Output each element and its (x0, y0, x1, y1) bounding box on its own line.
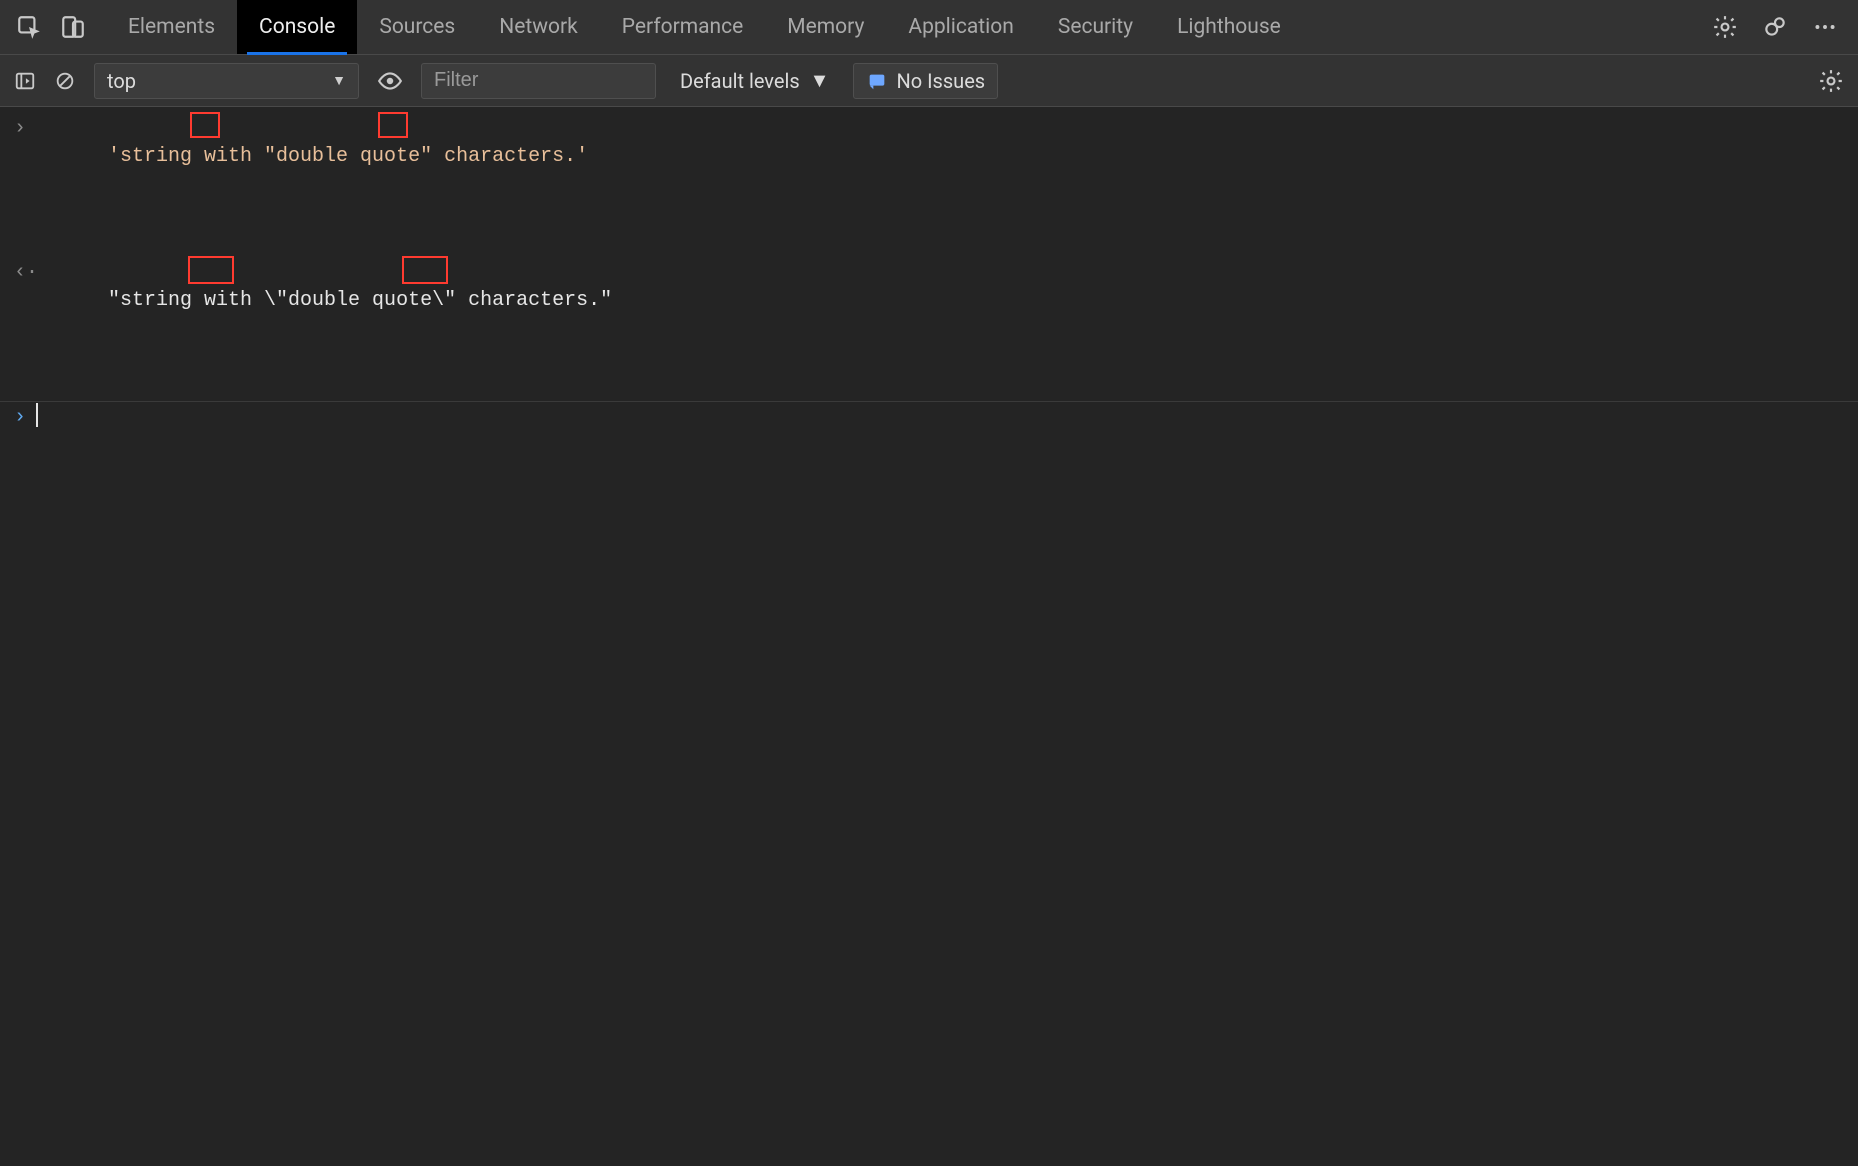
annotation-box (378, 112, 408, 138)
tab-label: Sources (379, 15, 455, 39)
devtools-tabbar: Elements Console Sources Network Perform… (0, 0, 1858, 55)
tab-label: Application (908, 15, 1013, 39)
tab-label: Memory (787, 15, 864, 39)
device-toggle-icon[interactable] (60, 14, 86, 40)
console-prompt[interactable] (36, 404, 38, 432)
console-output-row: ‹· "string with \"double quote\" charact… (0, 257, 1858, 402)
issues-label: No Issues (896, 69, 985, 93)
tab-label: Elements (128, 15, 215, 39)
whats-new-icon[interactable] (1762, 14, 1788, 40)
more-options-icon[interactable] (1812, 14, 1838, 40)
log-levels-label: Default levels (680, 69, 800, 93)
tab-security[interactable]: Security (1036, 0, 1155, 54)
console-messages: › 'string with "double quote" characters… (0, 107, 1858, 434)
console-input-text: 'string with "double quote" characters.' (36, 115, 588, 255)
tab-label: Lighthouse (1177, 15, 1281, 39)
console-prompt-row[interactable]: › (0, 402, 1858, 434)
console-input-row: › 'string with "double quote" characters… (0, 113, 1858, 257)
settings-gear-icon[interactable] (1712, 14, 1738, 40)
console-settings-gear-icon[interactable] (1818, 68, 1844, 94)
annotation-box (402, 256, 448, 284)
execution-context-select[interactable]: top ▼ (94, 63, 359, 99)
console-output-value: "string with \"double quote\" characters… (108, 289, 612, 312)
issues-chip[interactable]: No Issues (853, 63, 998, 99)
live-expression-eye-icon[interactable] (377, 68, 403, 94)
tab-label: Console (259, 15, 335, 39)
console-toolbar: top ▼ Default levels ▼ No Issues (0, 55, 1858, 107)
console-output-text: "string with \"double quote\" characters… (36, 259, 612, 399)
log-levels-select[interactable]: Default levels ▼ (674, 68, 835, 93)
tab-application[interactable]: Application (886, 0, 1035, 54)
prompt-caret-icon: › (14, 404, 36, 432)
chevron-down-icon: ▼ (810, 68, 830, 93)
tab-sources[interactable]: Sources (357, 0, 477, 54)
chevron-down-icon: ▼ (332, 72, 346, 89)
tab-label: Security (1058, 15, 1133, 39)
tab-network[interactable]: Network (477, 0, 600, 54)
tab-label: Performance (622, 15, 743, 39)
annotation-box (188, 256, 234, 284)
tabbar-left-icons (10, 14, 96, 40)
execution-context-value: top (107, 69, 136, 93)
tab-performance[interactable]: Performance (600, 0, 765, 54)
clear-console-icon[interactable] (54, 70, 76, 92)
console-input-value: 'string with "double quote" characters.' (108, 145, 588, 168)
annotation-box (190, 112, 220, 138)
console-sidebar-toggle-icon[interactable] (14, 70, 36, 92)
tabbar-right-icons (1712, 14, 1848, 40)
output-caret-icon: ‹· (14, 259, 36, 287)
tab-lighthouse[interactable]: Lighthouse (1155, 0, 1303, 54)
inspect-element-icon[interactable] (16, 14, 42, 40)
input-caret-icon: › (14, 115, 36, 143)
tab-console[interactable]: Console (237, 0, 357, 54)
filter-input[interactable] (421, 63, 656, 99)
tab-elements[interactable]: Elements (106, 0, 237, 54)
tab-memory[interactable]: Memory (765, 0, 886, 54)
tab-label: Network (499, 15, 578, 39)
devtools-tabs: Elements Console Sources Network Perform… (106, 0, 1303, 54)
text-caret (36, 403, 38, 427)
